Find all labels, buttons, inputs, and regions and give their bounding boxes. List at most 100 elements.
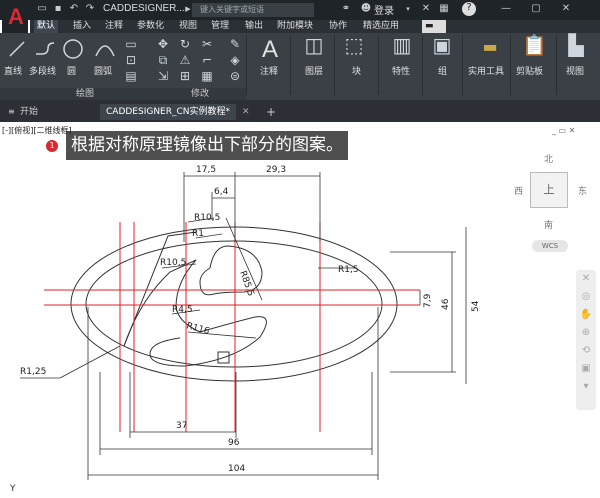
clipboard-icon: 📋 (522, 33, 547, 57)
rectangle-icon[interactable]: ▭ (124, 37, 138, 51)
zoom-icon[interactable]: ⊕ (576, 324, 596, 342)
circle-icon (63, 39, 83, 59)
viewcube-west[interactable]: 西 (514, 184, 523, 197)
tab-more-dropdown[interactable]: ▬ (422, 20, 446, 33)
tab-view[interactable]: 视图 (176, 20, 200, 33)
table-icon[interactable]: ▤ (124, 69, 138, 83)
erase-icon[interactable]: ✎ (228, 37, 242, 51)
app-title: CADDESIGNER... (103, 3, 185, 14)
redo-icon[interactable]: ↷ (84, 3, 96, 15)
binoculars-icon[interactable]: ⚭ (340, 3, 352, 15)
wcs-dropdown[interactable]: WCS (532, 240, 568, 252)
dim-7-9: 7,9 (423, 293, 433, 308)
tab-default[interactable]: 默认 (34, 20, 59, 33)
view-label: 视图 (566, 67, 585, 77)
tab-collaborate[interactable]: 协作 (326, 20, 350, 33)
properties-icon: ▥ (392, 33, 412, 57)
chevron-down-icon[interactable]: ▾ (402, 3, 414, 15)
rotate-icon[interactable]: ↻ (178, 37, 192, 51)
drawing-tab[interactable]: CADDESIGNER_CN实例教程* (100, 104, 237, 120)
exchange-icon[interactable]: ✕ (420, 3, 432, 15)
ribbon-separator (246, 35, 247, 95)
steering-wheel-icon[interactable]: ◎ (576, 288, 596, 306)
utilities-label: 实用工具 (468, 67, 505, 77)
circle-label: 圆 (67, 67, 77, 77)
polyline-label: 多段线 (29, 67, 57, 77)
properties-label: 特性 (392, 67, 411, 77)
dim-37: 37 (176, 421, 187, 431)
new-tab-button[interactable]: + (266, 104, 276, 120)
tab-insert[interactable]: 插入 (70, 20, 94, 33)
clipboard-label: 剪贴板 (516, 67, 544, 77)
leader-r1-25 (59, 345, 121, 379)
radius-r10-5a: R10,5 (194, 213, 220, 223)
layers-icon: ◫ (304, 33, 324, 57)
nav-close-icon[interactable]: ✕ (576, 270, 596, 288)
annotation-label: 注释 (260, 67, 279, 77)
app-logo[interactable]: A (2, 0, 28, 34)
array-icon[interactable]: ▦ (200, 69, 214, 83)
viewcube-north[interactable]: 北 (544, 152, 553, 165)
line-label: 直线 (4, 67, 23, 77)
app-store-icon[interactable]: ▦ (438, 3, 450, 15)
move-icon[interactable]: ✥ (156, 37, 170, 51)
close-icon[interactable]: ✕ (560, 3, 572, 15)
layers-label: 图层 (305, 67, 324, 77)
tab-manage[interactable]: 管理 (208, 20, 232, 33)
pan-icon[interactable]: ✋ (576, 306, 596, 324)
mirror-icon[interactable]: ⚠ (178, 53, 192, 67)
viewcube-top-face[interactable]: 上 (530, 172, 568, 208)
user-icon[interactable]: ☻ (360, 3, 372, 15)
arc-icon (95, 45, 115, 57)
radius-r1-5: R1,5 (338, 265, 359, 275)
line-icon (9, 41, 25, 57)
trim-icon[interactable]: ✂ (200, 37, 214, 51)
inner-ellipse (85, 240, 383, 368)
tab-output[interactable]: 输出 (242, 20, 266, 33)
hatch-icon[interactable]: ⊡ (124, 53, 138, 67)
step-badge: 1 (46, 140, 58, 152)
tab-featured[interactable]: 精选应用 (360, 20, 402, 33)
minimize-icon[interactable]: — (500, 3, 512, 15)
ruler-icon: ▬ (482, 37, 498, 56)
start-tab[interactable]: 开始 (20, 104, 38, 120)
nav-menu-icon[interactable]: ▾ (576, 378, 596, 396)
modify-panel-label[interactable]: 修改 (180, 88, 220, 100)
radius-r4-5: R4,5 (172, 305, 193, 315)
viewcube-south[interactable]: 南 (544, 218, 553, 231)
orbit-icon[interactable]: ⟲ (576, 342, 596, 360)
close-tab-icon[interactable]: ✕ (242, 104, 250, 120)
tab-parametric[interactable]: 参数化 (134, 20, 167, 33)
offset-icon[interactable]: ⊜ (228, 69, 242, 83)
undo-icon[interactable]: ↶ (68, 3, 80, 15)
save-icon[interactable]: ▪ (52, 3, 64, 15)
fillet-icon[interactable]: ⌐ (200, 53, 214, 67)
radius-r10-5b: R10,5 (160, 258, 186, 268)
autocad-a-icon: A (8, 4, 24, 29)
draw-panel-label[interactable]: 绘图 (60, 88, 110, 100)
ribbon-separator (290, 35, 291, 95)
scale-icon[interactable]: ⊞ (178, 69, 192, 83)
radius-r1: R1 (192, 229, 204, 239)
menu-icon[interactable]: ≡ (8, 104, 15, 120)
tab-annotate[interactable]: 注释 (102, 20, 126, 33)
help-icon[interactable]: ? (462, 2, 476, 16)
open-icon[interactable]: ▭ (36, 3, 48, 15)
ribbon-tabs: 默认 插入 注释 参数化 视图 管理 输出 附加模块 协作 精选应用 ▬ (30, 20, 600, 33)
copy-icon[interactable]: ⧉ (156, 53, 170, 67)
ribbon-separator (422, 35, 423, 95)
viewcube-east[interactable]: 东 (578, 184, 587, 197)
search-input[interactable]: 键入关键字或短语 (192, 3, 314, 17)
maximize-icon[interactable]: ▢ (530, 3, 542, 15)
stretch-icon[interactable]: ⇲ (156, 69, 170, 83)
dim-6-4: 6,4 (214, 187, 229, 197)
dim-104: 104 (228, 464, 245, 474)
tab-addins[interactable]: 附加模块 (274, 20, 316, 33)
showmotion-icon[interactable]: ▣ (576, 360, 596, 378)
group-label: 组 (438, 67, 448, 77)
dim-46: 46 (441, 298, 451, 310)
login-link[interactable]: 登录 (374, 2, 394, 17)
radius-r1-25: R1,25 (20, 367, 46, 377)
ribbon-separator (556, 35, 557, 95)
explode-icon[interactable]: ◈ (228, 53, 242, 67)
